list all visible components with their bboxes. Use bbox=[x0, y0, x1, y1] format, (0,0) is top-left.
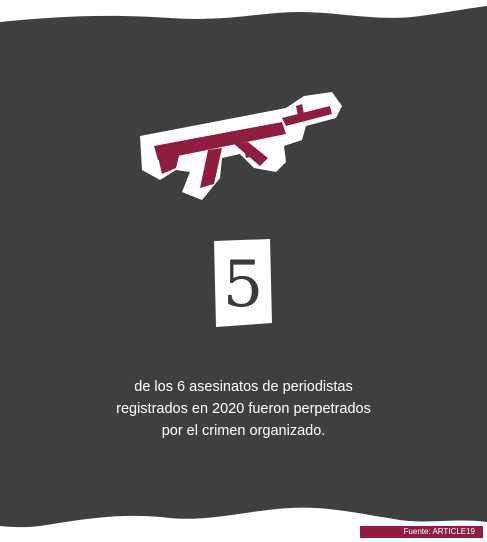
caption-line-3: por el crimen organizado. bbox=[161, 423, 326, 439]
assault-rifle-icon bbox=[136, 88, 348, 208]
statistic-number: 5 bbox=[222, 248, 264, 322]
infographic-card: 5 de los 6 asesinatos de periodistas reg… bbox=[0, 0, 487, 542]
caption-line-1: de los 6 asesinatos de periodistas bbox=[134, 379, 353, 395]
source-label: Fuente: ARTICLE19 bbox=[360, 526, 483, 538]
caption-line-2: registrados en 2020 fueron perpetrados bbox=[116, 401, 371, 417]
statistic-caption: de los 6 asesinatos de periodistas regis… bbox=[60, 376, 427, 442]
